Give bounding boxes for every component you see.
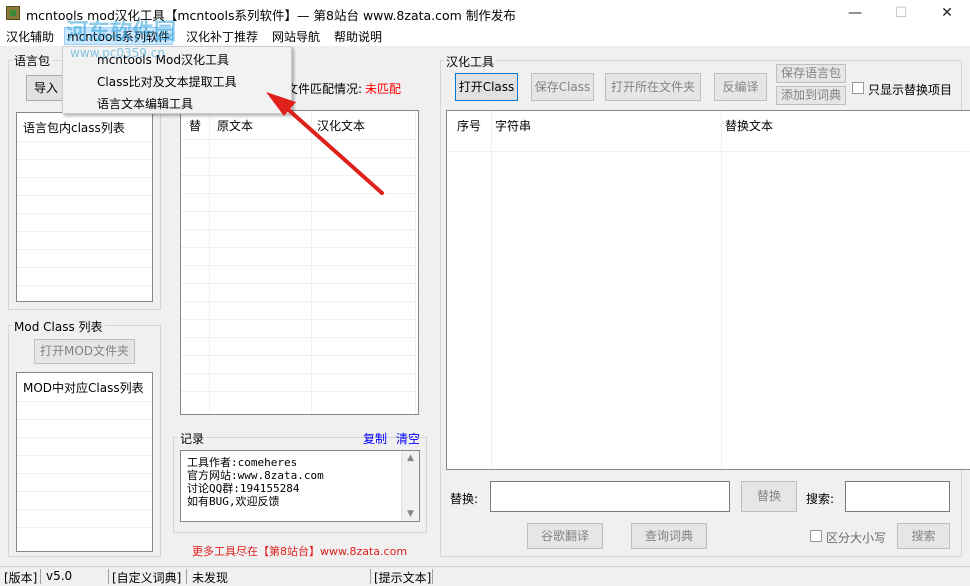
log-line: 如有BUG,欢迎反馈	[187, 495, 280, 508]
lang-class-list-header: 语言包内class列表	[23, 121, 125, 135]
case-sensitive-checkbox[interactable]	[810, 530, 822, 542]
open-mod-folder-button[interactable]: 打开MOD文件夹	[34, 339, 135, 364]
mod-class-list[interactable]: MOD中对应Class列表	[16, 372, 153, 552]
replace-input[interactable]	[490, 481, 730, 512]
save-lang-pack-button[interactable]: 保存语言包	[776, 64, 846, 83]
status-version: v5.0	[46, 569, 73, 583]
open-folder-button[interactable]: 打开所在文件夹	[605, 73, 701, 101]
import-button[interactable]: 导入	[26, 75, 66, 101]
compare-table[interactable]: 替 原文本 汉化文本	[180, 110, 419, 415]
minimize-button[interactable]: —	[832, 0, 878, 26]
lookup-dict-button[interactable]: 查询词典	[631, 523, 707, 549]
status-dict-value: 未发现	[192, 571, 229, 585]
lang-class-list[interactable]: 语言包内class列表	[16, 112, 153, 302]
compare-col-translated: 汉化文本	[317, 119, 366, 133]
watermark-text: 河东软件园	[66, 20, 177, 45]
promo-url: www.8zata.com	[320, 545, 408, 558]
status-version-label: [版本]	[4, 571, 38, 585]
maximize-button[interactable]: ☐	[878, 0, 924, 26]
dropdown-item-class-compare[interactable]: Class比对及文本提取工具	[97, 73, 237, 90]
scroll-down-icon[interactable]: ▼	[402, 509, 419, 519]
app-icon	[6, 6, 20, 20]
copy-log-link[interactable]: 复制	[363, 430, 387, 447]
clear-log-link[interactable]: 清空	[396, 430, 420, 447]
only-show-replace-checkbox[interactable]	[852, 82, 864, 94]
string-col-string: 字符串	[495, 119, 532, 133]
replace-label: 替换:	[450, 492, 479, 506]
promo-prefix: 更多工具尽在【第8站台】	[192, 545, 320, 558]
log-textarea[interactable]: 工具作者:comeheres 官方网站:www.8zata.com 讨论QQ群:…	[180, 450, 420, 522]
open-class-button[interactable]: 打开Class	[455, 73, 518, 101]
menu-help[interactable]: 帮助说明	[332, 28, 384, 45]
close-button[interactable]: ✕	[924, 0, 970, 26]
search-input[interactable]	[845, 481, 950, 512]
compare-col-replace: 替	[189, 119, 202, 133]
google-translate-button[interactable]: 谷歌翻译	[527, 523, 603, 549]
promo-link[interactable]: 更多工具尽在【第8站台】www.8zata.com	[192, 543, 407, 559]
add-to-dict-button[interactable]: 添加到词典	[776, 86, 846, 105]
match-label: 文件匹配情况:	[286, 82, 363, 96]
language-pack-label: 语言包	[12, 52, 53, 69]
only-show-replace-label: 只显示替换项目	[868, 83, 953, 97]
menu-site-nav[interactable]: 网站导航	[270, 28, 322, 45]
search-button[interactable]: 搜索	[897, 523, 950, 549]
string-table[interactable]: 序号 字符串 替换文本	[446, 110, 970, 470]
string-col-replace: 替换文本	[725, 119, 774, 133]
status-hint-label: [提示文本]	[374, 571, 432, 585]
match-status: 未匹配	[365, 82, 402, 96]
log-scrollbar[interactable]: ▲ ▼	[401, 451, 419, 521]
decompile-button[interactable]: 反编译	[714, 73, 767, 101]
menu-hanhua-help[interactable]: 汉化辅助	[4, 28, 56, 45]
mod-class-list-header: MOD中对应Class列表	[23, 381, 144, 395]
case-sensitive-label: 区分大小写	[826, 531, 887, 545]
status-bar: [版本] v5.0 [自定义词典] 未发现 [提示文本]	[0, 566, 970, 585]
hanhua-tools-label: 汉化工具	[444, 53, 497, 70]
mod-class-label: Mod Class 列表	[12, 318, 105, 335]
search-label: 搜索:	[806, 492, 835, 506]
log-label: 记录	[178, 430, 207, 447]
compare-col-original: 原文本	[217, 119, 254, 133]
scroll-up-icon[interactable]: ▲	[402, 453, 419, 463]
status-dict-label: [自定义词典]	[112, 571, 182, 585]
replace-button[interactable]: 替换	[741, 481, 797, 512]
save-class-button[interactable]: 保存Class	[531, 73, 594, 101]
string-col-index: 序号	[457, 119, 482, 133]
watermark-url: www.pc0359.cn	[70, 46, 165, 60]
menu-patch-recommend[interactable]: 汉化补丁推荐	[184, 28, 260, 45]
dropdown-item-lang-editor[interactable]: 语言文本编辑工具	[97, 95, 193, 112]
